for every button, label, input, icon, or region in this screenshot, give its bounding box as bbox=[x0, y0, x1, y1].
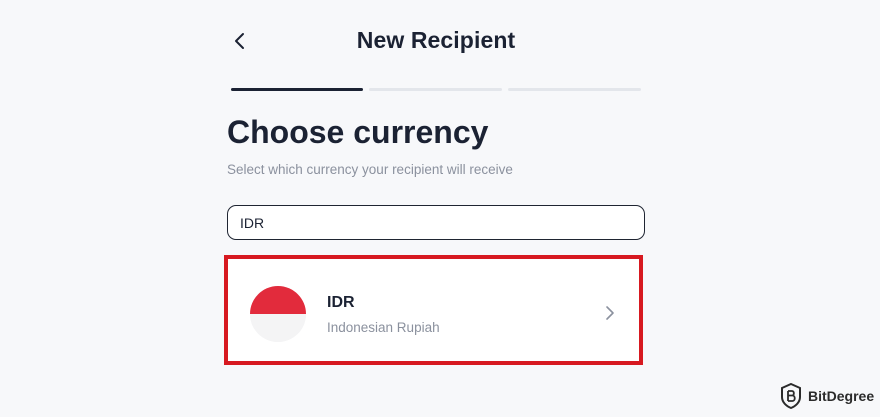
page-title: New Recipient bbox=[356, 27, 516, 53]
currency-list-item[interactable]: IDR Indonesian Rupiah bbox=[232, 263, 635, 357]
flag-red-band bbox=[250, 286, 306, 314]
section-heading: Choose currency bbox=[227, 114, 489, 150]
bitdegree-logo-icon bbox=[781, 383, 801, 409]
chevron-left-icon bbox=[235, 33, 244, 49]
currency-name: Indonesian Rupiah bbox=[327, 320, 440, 335]
step-indicator-1 bbox=[231, 88, 363, 91]
currency-code: IDR bbox=[327, 294, 355, 311]
highlight-annotation-box: IDR Indonesian Rupiah bbox=[224, 255, 643, 365]
step-indicator-2 bbox=[369, 88, 502, 91]
section-subtitle: Select which currency your recipient wil… bbox=[227, 162, 513, 177]
watermark-text: BitDegree bbox=[808, 388, 875, 404]
indonesia-flag-icon bbox=[250, 286, 306, 342]
step-indicator-3 bbox=[508, 88, 641, 91]
bitdegree-watermark: BitDegree bbox=[780, 383, 876, 409]
currency-search-input[interactable] bbox=[227, 205, 645, 240]
chevron-right-icon bbox=[606, 306, 614, 320]
flag-white-band bbox=[250, 314, 306, 342]
back-button[interactable] bbox=[229, 30, 251, 52]
progress-stepper bbox=[231, 88, 641, 91]
